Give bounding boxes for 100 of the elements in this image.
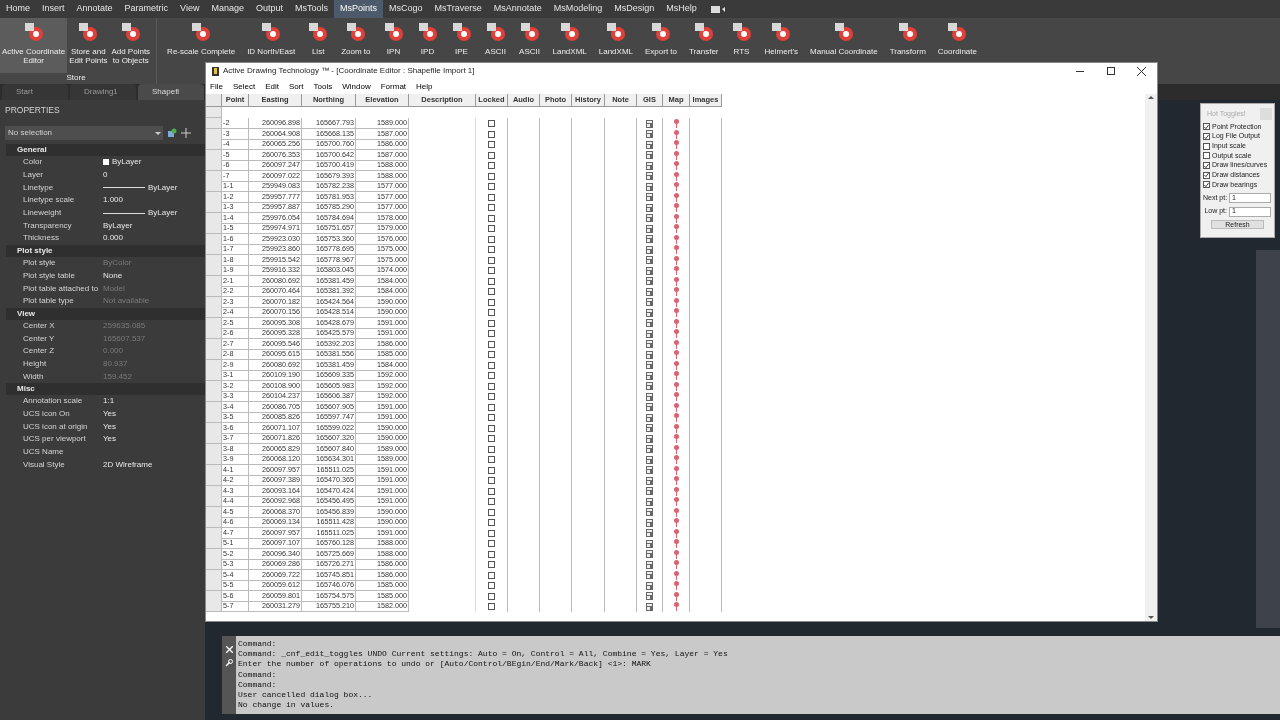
map-pin-icon[interactable] xyxy=(673,602,679,611)
locked-checkbox[interactable] xyxy=(488,172,495,180)
section-header[interactable]: View xyxy=(6,307,205,320)
map-pin-icon[interactable] xyxy=(673,140,679,149)
map-pin-icon[interactable] xyxy=(673,255,679,265)
ribbon-button[interactable]: ID North/East xyxy=(245,18,298,56)
map-pin-icon[interactable] xyxy=(673,192,679,202)
locked-checkbox[interactable] xyxy=(488,466,495,474)
document-tab[interactable]: Shapefi xyxy=(138,84,204,100)
section-header[interactable]: General xyxy=(6,144,205,156)
locked-checkbox[interactable] xyxy=(488,183,495,190)
gis-icon[interactable] xyxy=(646,539,653,548)
ribbon-button[interactable]: List xyxy=(305,18,332,56)
gis-icon[interactable] xyxy=(646,518,653,527)
map-pin-icon[interactable] xyxy=(673,318,679,328)
locked-checkbox[interactable] xyxy=(488,435,495,442)
gis-icon[interactable] xyxy=(646,455,653,464)
locked-checkbox[interactable] xyxy=(488,571,495,579)
locked-checkbox[interactable] xyxy=(488,561,495,568)
ribbon-button[interactable]: IPE xyxy=(448,18,475,56)
locked-checkbox[interactable] xyxy=(488,298,495,306)
map-pin-icon[interactable] xyxy=(673,455,679,464)
map-pin-icon[interactable] xyxy=(673,486,679,496)
gis-icon[interactable] xyxy=(646,119,653,128)
map-pin-icon[interactable] xyxy=(673,171,679,181)
ribbon-button[interactable]: Add Points to Objects xyxy=(109,18,153,73)
gis-icon[interactable] xyxy=(646,529,653,537)
map-pin-icon[interactable] xyxy=(673,224,679,233)
locked-checkbox[interactable] xyxy=(488,361,495,369)
ribbon-button[interactable]: Re-scale Complete xyxy=(165,18,238,56)
menu-item[interactable]: Select xyxy=(232,80,256,93)
gis-icon[interactable] xyxy=(646,298,653,306)
map-pin-icon[interactable] xyxy=(673,497,679,506)
locked-checkbox[interactable] xyxy=(488,424,495,432)
locked-checkbox[interactable] xyxy=(488,319,495,327)
map-pin-icon[interactable] xyxy=(673,234,679,244)
gis-icon[interactable] xyxy=(646,182,653,191)
scrollbar[interactable] xyxy=(1145,94,1157,621)
ribbon-button[interactable]: Export to xyxy=(643,18,679,56)
map-pin-icon[interactable] xyxy=(673,528,679,538)
gis-icon[interactable] xyxy=(646,592,653,600)
ribbon-button[interactable]: LandXML xyxy=(550,18,589,56)
gis-icon[interactable] xyxy=(646,256,653,264)
locked-checkbox[interactable] xyxy=(488,288,495,295)
map-pin-icon[interactable] xyxy=(673,570,679,580)
map-pin-icon[interactable] xyxy=(673,444,679,454)
gis-icon[interactable] xyxy=(646,214,653,222)
map-pin-icon[interactable] xyxy=(673,150,679,160)
menu-item[interactable]: Format xyxy=(380,80,407,93)
gis-icon[interactable] xyxy=(646,277,653,285)
map-pin-icon[interactable] xyxy=(673,518,679,527)
toggle-checkbox[interactable] xyxy=(1203,133,1210,141)
gis-icon[interactable] xyxy=(646,266,653,275)
ribbon-button[interactable]: Transfer xyxy=(687,18,721,56)
gis-icon[interactable] xyxy=(646,161,653,170)
toggle-checkbox[interactable] xyxy=(1203,171,1210,179)
locked-checkbox[interactable] xyxy=(488,498,495,505)
map-pin-icon[interactable] xyxy=(673,360,679,370)
locked-checkbox[interactable] xyxy=(488,214,495,222)
crosshair-icon[interactable] xyxy=(181,128,191,138)
gis-icon[interactable] xyxy=(646,203,653,212)
menu-item[interactable]: Sort xyxy=(288,80,304,93)
menu-item[interactable]: File xyxy=(210,80,223,93)
ribbon-button[interactable]: ASCII xyxy=(516,18,543,56)
ribbon-button[interactable]: IPD xyxy=(414,18,441,56)
gis-icon[interactable] xyxy=(646,487,653,495)
gis-icon[interactable] xyxy=(646,224,653,233)
ribbon-button[interactable]: Manual Coordinate xyxy=(808,18,880,56)
map-pin-icon[interactable] xyxy=(673,549,679,559)
map-pin-icon[interactable] xyxy=(673,161,679,170)
ribbon-tab[interactable]: MsModeling xyxy=(547,0,609,18)
map-pin-icon[interactable] xyxy=(673,287,679,296)
gis-icon[interactable] xyxy=(646,602,653,611)
map-pin-icon[interactable] xyxy=(673,381,679,391)
locked-checkbox[interactable] xyxy=(488,529,495,537)
map-pin-icon[interactable] xyxy=(673,119,679,128)
map-pin-icon[interactable] xyxy=(673,203,679,212)
gis-icon[interactable] xyxy=(646,571,653,579)
gis-icon[interactable] xyxy=(646,445,653,453)
locked-checkbox[interactable] xyxy=(488,267,495,274)
gis-icon[interactable] xyxy=(646,350,653,359)
ribbon-tab[interactable]: Home xyxy=(0,0,36,18)
locked-checkbox[interactable] xyxy=(488,309,495,316)
map-pin-icon[interactable] xyxy=(673,465,679,475)
map-pin-icon[interactable] xyxy=(673,245,679,254)
map-pin-icon[interactable] xyxy=(673,350,679,359)
ribbon-button[interactable]: Active Coordinate Editor xyxy=(0,18,68,73)
close-icon[interactable] xyxy=(225,646,233,653)
gis-icon[interactable] xyxy=(646,550,653,558)
ribbon-tab[interactable]: MsHelp xyxy=(660,0,703,18)
gis-icon[interactable] xyxy=(646,392,653,401)
ribbon-tab[interactable]: View xyxy=(174,0,206,18)
gis-icon[interactable] xyxy=(646,151,653,159)
gis-icon[interactable] xyxy=(646,434,653,443)
select-objects-icon[interactable] xyxy=(167,128,177,138)
map-pin-icon[interactable] xyxy=(673,276,679,286)
map-pin-icon[interactable] xyxy=(673,507,679,517)
menu-item[interactable]: Window xyxy=(342,80,371,93)
locked-checkbox[interactable] xyxy=(488,403,495,411)
locked-checkbox[interactable] xyxy=(488,330,495,337)
